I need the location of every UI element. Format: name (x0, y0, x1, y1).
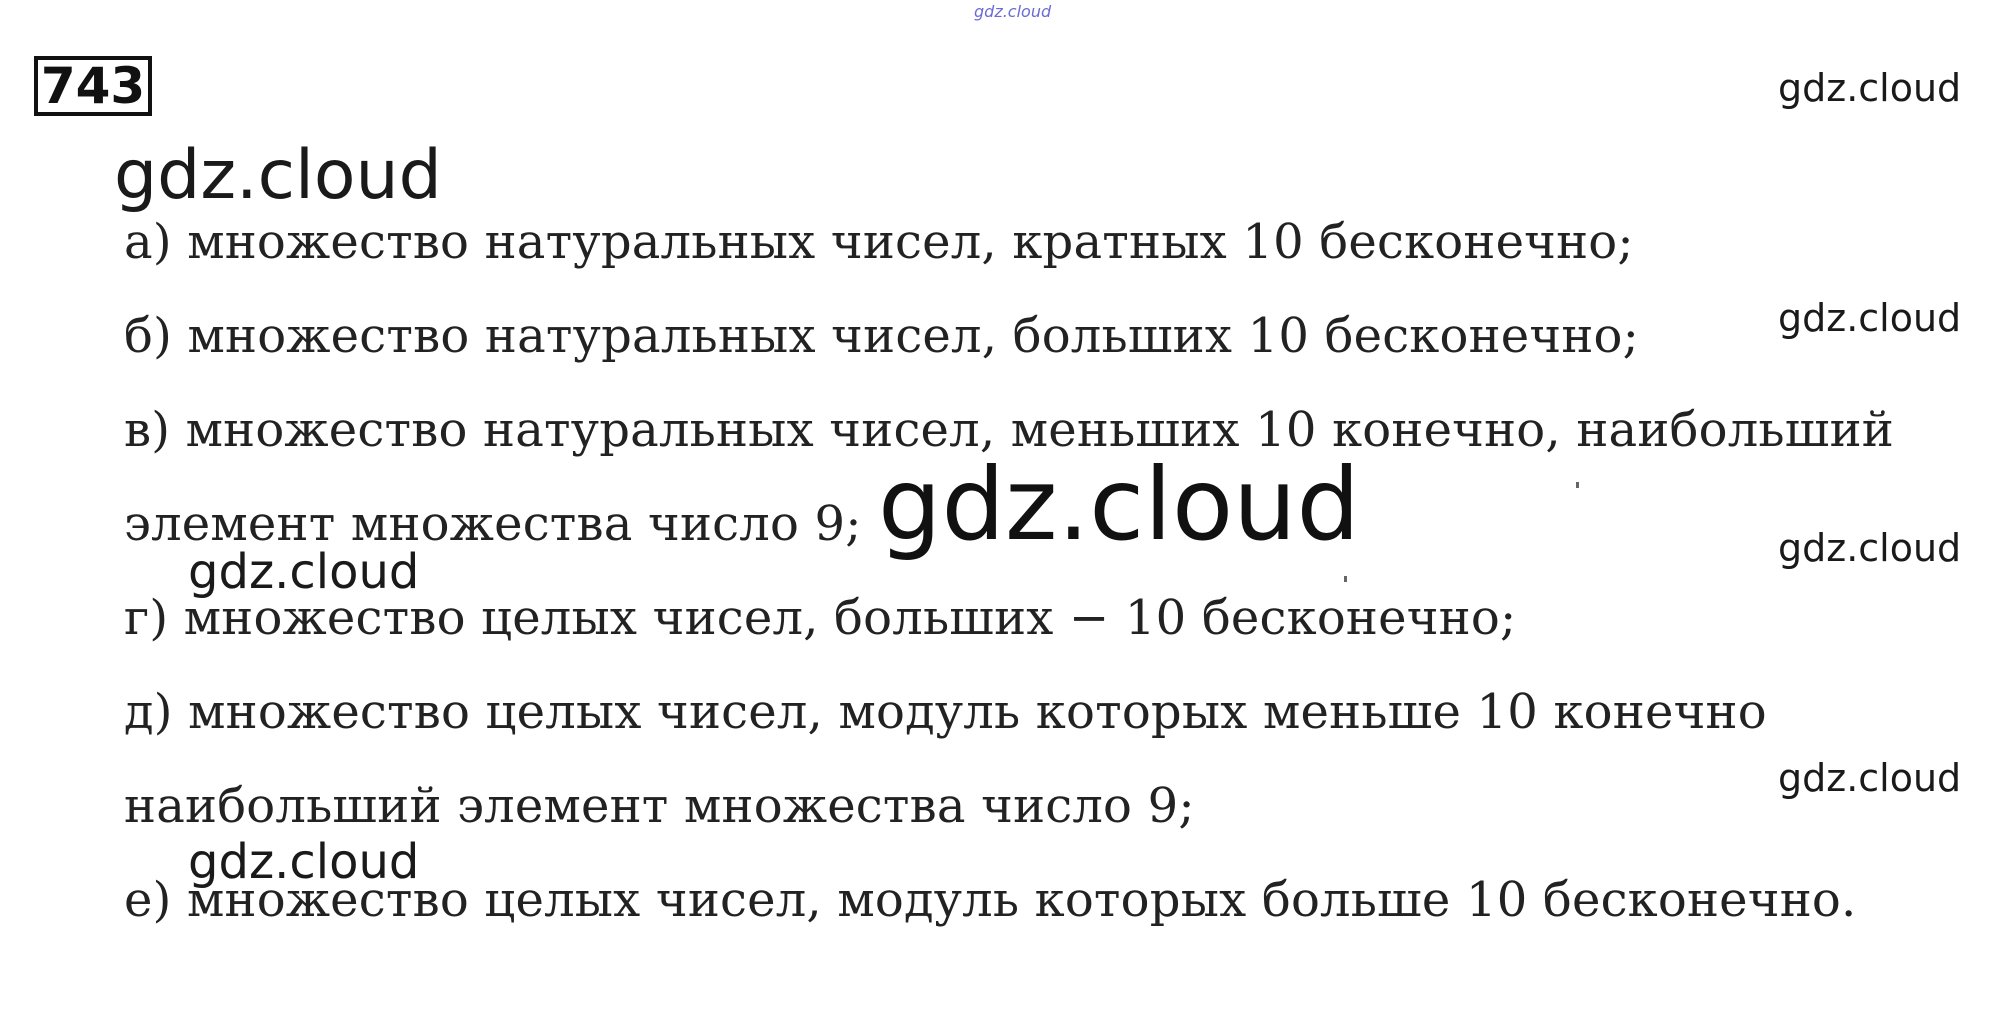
answer-line-d: г) множество целых чисел, больших − 10 б… (124, 590, 1517, 646)
watermark-center-huge: gdz.cloud (878, 446, 1361, 563)
scan-speck (1344, 576, 1347, 582)
watermark-large-left: gdz.cloud (114, 136, 442, 215)
watermark-right-4: gdz.cloud (1778, 756, 1962, 800)
answer-line-e: д) множество целых чисел, модуль которых… (124, 684, 1767, 740)
answer-line-a: а) множество натуральных чисел, кратных … (124, 214, 1634, 270)
answer-line-e-continued: наибольший элемент множества число 9; (124, 778, 1195, 834)
watermark-top-tiny: gdz.cloud (974, 2, 1052, 21)
watermark-right-2: gdz.cloud (1778, 296, 1962, 340)
answer-line-f: е) множество целых чисел, модуль которых… (124, 872, 1857, 928)
answer-line-b: б) множество натуральных чисел, больших … (124, 308, 1639, 364)
problem-number-box: 743 (34, 56, 152, 116)
scan-speck (1576, 482, 1579, 488)
watermark-right-1: gdz.cloud (1778, 66, 1962, 110)
document-page: gdz.cloud 743 gdz.cloud gdz.cloud а) мно… (0, 0, 2006, 1033)
watermark-right-3: gdz.cloud (1778, 526, 1962, 570)
